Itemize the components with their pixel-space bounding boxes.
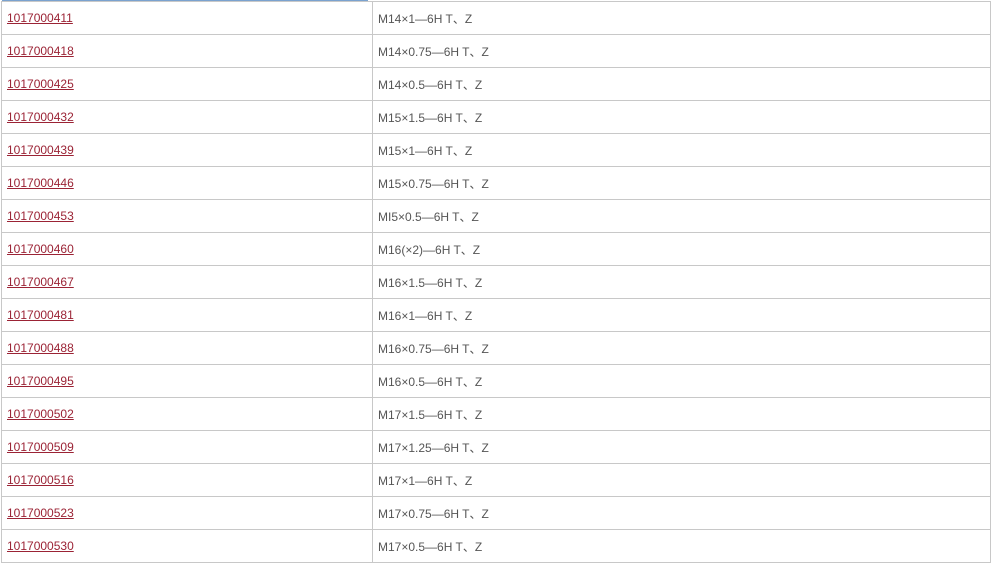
code-cell: 1017000523 (1, 496, 373, 530)
product-code-link[interactable]: 1017000467 (7, 275, 74, 289)
product-code-link[interactable]: 1017000439 (7, 143, 74, 157)
spec-cell: M15×1—6H T、Z (372, 133, 991, 167)
code-cell: 1017000488 (1, 331, 373, 365)
product-code-link[interactable]: 1017000432 (7, 110, 74, 124)
spec-cell: M17×1.25—6H T、Z (372, 430, 991, 464)
table-row: 1017000446 M15×0.75—6H T、Z (1, 166, 991, 200)
code-cell: 1017000446 (1, 166, 373, 200)
table-row: 1017000495 M16×0.5—6H T、Z (1, 364, 991, 398)
code-cell: 1017000425 (1, 67, 373, 101)
code-cell: 1017000495 (1, 364, 373, 398)
spec-cell: M16×0.5—6H T、Z (372, 364, 991, 398)
product-code-link[interactable]: 1017000523 (7, 506, 74, 520)
product-code-link[interactable]: 1017000516 (7, 473, 74, 487)
table-row: 1017000481 M16×1—6H T、Z (1, 298, 991, 332)
table-row: 1017000502 M17×1.5—6H T、Z (1, 397, 991, 431)
table-row: 1017000516 M17×1—6H T、Z (1, 463, 991, 497)
table-row: 1017000432 M15×1.5—6H T、Z (1, 100, 991, 134)
spec-cell: M15×0.75—6H T、Z (372, 166, 991, 200)
code-cell: 1017000432 (1, 100, 373, 134)
spec-cell: M16×0.75—6H T、Z (372, 331, 991, 365)
code-cell: 1017000516 (1, 463, 373, 497)
code-cell: 1017000411 (1, 1, 373, 35)
table-row: 1017000418 M14×0.75—6H T、Z (1, 34, 991, 68)
table-row: 1017000453 MI5×0.5—6H T、Z (1, 199, 991, 233)
code-cell: 1017000453 (1, 199, 373, 233)
table-row: 1017000439 M15×1—6H T、Z (1, 133, 991, 167)
table-row: 1017000467 M16×1.5—6H T、Z (1, 265, 991, 299)
product-code-link[interactable]: 1017000488 (7, 341, 74, 355)
product-code-link[interactable]: 1017000530 (7, 539, 74, 553)
product-code-link[interactable]: 1017000453 (7, 209, 74, 223)
spec-cell: M15×1.5—6H T、Z (372, 100, 991, 134)
product-code-link[interactable]: 1017000460 (7, 242, 74, 256)
code-cell: 1017000460 (1, 232, 373, 266)
code-cell: 1017000418 (1, 34, 373, 68)
product-table-body: 1017000411 M14×1—6H T、Z 1017000418 M14×0… (1, 1, 991, 563)
code-cell: 1017000502 (1, 397, 373, 431)
product-code-link[interactable]: 1017000411 (7, 11, 73, 25)
spec-cell: M14×1—6H T、Z (372, 1, 991, 35)
spec-cell: M17×0.5—6H T、Z (372, 529, 991, 563)
spec-cell: M16×1.5—6H T、Z (372, 265, 991, 299)
spec-cell: M14×0.75—6H T、Z (372, 34, 991, 68)
product-code-link[interactable]: 1017000446 (7, 176, 74, 190)
spec-cell: M16×1—6H T、Z (372, 298, 991, 332)
product-code-link[interactable]: 1017000418 (7, 44, 74, 58)
product-code-link[interactable]: 1017000502 (7, 407, 74, 421)
code-cell: 1017000439 (1, 133, 373, 167)
code-cell: 1017000530 (1, 529, 373, 563)
table-row: 1017000523 M17×0.75—6H T、Z (1, 496, 991, 530)
spec-cell: M17×1—6H T、Z (372, 463, 991, 497)
table-row: 1017000460 M16(×2)—6H T、Z (1, 232, 991, 266)
table-row: 1017000425 M14×0.5—6H T、Z (1, 67, 991, 101)
spec-cell: M17×1.5—6H T、Z (372, 397, 991, 431)
table-row: 1017000411 M14×1—6H T、Z (1, 1, 991, 35)
table-row: 1017000509 M17×1.25—6H T、Z (1, 430, 991, 464)
code-cell: 1017000509 (1, 430, 373, 464)
code-cell: 1017000467 (1, 265, 373, 299)
product-table-container: 1017000411 M14×1—6H T、Z 1017000418 M14×0… (0, 0, 993, 565)
product-table: 1017000411 M14×1—6H T、Z 1017000418 M14×0… (1, 1, 991, 563)
product-code-link[interactable]: 1017000481 (7, 308, 74, 322)
code-cell: 1017000481 (1, 298, 373, 332)
spec-cell: M16(×2)—6H T、Z (372, 232, 991, 266)
spec-cell: M17×0.75—6H T、Z (372, 496, 991, 530)
product-code-link[interactable]: 1017000425 (7, 77, 74, 91)
product-code-link[interactable]: 1017000509 (7, 440, 74, 454)
spec-cell: M14×0.5—6H T、Z (372, 67, 991, 101)
table-row: 1017000488 M16×0.75—6H T、Z (1, 331, 991, 365)
spec-cell: MI5×0.5—6H T、Z (372, 199, 991, 233)
product-code-link[interactable]: 1017000495 (7, 374, 74, 388)
table-row: 1017000530 M17×0.5—6H T、Z (1, 529, 991, 563)
